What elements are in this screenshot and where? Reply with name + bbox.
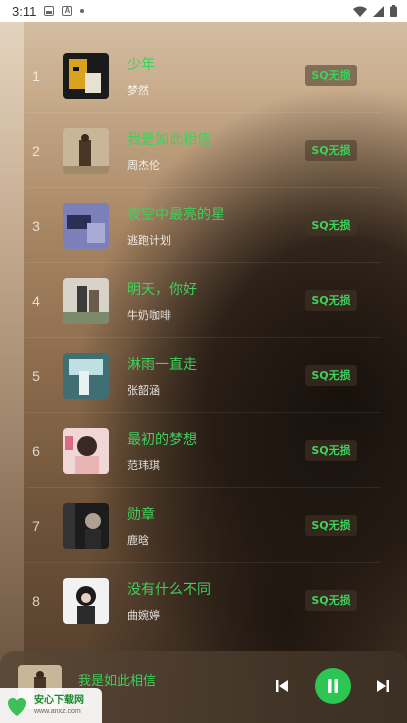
song-artist: 梦然	[127, 84, 149, 97]
track-number: 1	[32, 67, 40, 84]
status-bar: 3:11 A	[0, 0, 407, 22]
battery-icon	[390, 5, 397, 17]
song-artist: 逃跑计划	[127, 234, 171, 247]
song-title: 我是如此相信	[127, 132, 211, 148]
previous-button[interactable]	[274, 678, 290, 694]
quality-badge: SQ无损	[305, 65, 357, 86]
song-artist: 周杰伦	[127, 159, 160, 172]
track-number: 3	[32, 217, 40, 234]
pause-icon	[328, 679, 338, 693]
album-cover	[63, 277, 109, 324]
watermark-main-text: 安心下载网	[34, 695, 84, 706]
image-icon	[44, 6, 55, 16]
song-row[interactable]: 2 我是如此相信 周杰伦 SQ无损	[0, 113, 407, 188]
song-row[interactable]: 7 勋章 鹿晗 SQ无损	[0, 488, 407, 563]
song-row[interactable]: 4 明天，你好 牛奶咖啡 SQ无损	[0, 263, 407, 338]
song-row[interactable]: 5 淋雨一直走 张韶涵 SQ无损	[0, 338, 407, 413]
song-title: 最初的梦想	[127, 432, 197, 448]
pause-button[interactable]	[315, 668, 351, 704]
album-cover	[63, 127, 109, 174]
album-cover	[63, 502, 109, 549]
quality-badge: SQ无损	[305, 515, 357, 536]
song-title: 淋雨一直走	[127, 357, 197, 373]
song-row[interactable]: 3 夜空中最亮的星 逃跑计划 SQ无损	[0, 188, 407, 263]
song-row[interactable]: 8 没有什么不同 曲婉婷 SQ无损	[0, 563, 407, 638]
song-list: 1 少年 梦然 SQ无损 2 我是如此相信 周杰伦 SQ无损 3 夜空中最亮的星…	[0, 38, 407, 638]
song-title: 没有什么不同	[127, 582, 211, 598]
album-cover	[63, 352, 109, 399]
watermark-sub-text: www.anxz.com	[34, 708, 81, 715]
song-title: 夜空中最亮的星	[127, 207, 225, 223]
album-cover	[63, 52, 109, 99]
song-title: 少年	[127, 57, 155, 73]
track-number: 6	[32, 442, 40, 459]
watermark-text: 安心下载网 www.anxz.com	[34, 695, 84, 716]
dot-icon	[80, 9, 85, 13]
track-number: 5	[32, 367, 40, 384]
track-number: 8	[32, 592, 40, 609]
watermark: 安心下载网 www.anxz.com	[0, 688, 102, 723]
quality-badge: SQ无损	[305, 440, 357, 461]
album-cover	[63, 202, 109, 249]
track-number: 2	[32, 142, 40, 159]
status-left: 3:11 A	[12, 3, 85, 19]
a-icon: A	[62, 6, 73, 16]
quality-badge: SQ无损	[305, 140, 357, 161]
album-cover	[63, 427, 109, 474]
song-title: 勋章	[127, 507, 155, 523]
quality-badge: SQ无损	[305, 365, 357, 386]
song-row[interactable]: 1 少年 梦然 SQ无损	[0, 38, 407, 113]
quality-badge: SQ无损	[305, 590, 357, 611]
song-artist: 范玮琪	[127, 459, 160, 472]
next-icon	[377, 680, 389, 692]
signal-icon	[373, 5, 384, 17]
track-number: 4	[32, 292, 40, 309]
heart-logo-icon	[7, 697, 27, 716]
previous-icon	[276, 680, 288, 692]
song-artist: 张韶涵	[127, 384, 160, 397]
song-row[interactable]: 6 最初的梦想 范玮琪 SQ无损	[0, 413, 407, 488]
quality-badge: SQ无损	[305, 290, 357, 311]
status-right	[353, 5, 397, 17]
now-playing-title: 我是如此相信	[78, 674, 157, 689]
song-artist: 牛奶咖啡	[127, 309, 171, 322]
track-number: 7	[32, 517, 40, 534]
next-button[interactable]	[375, 678, 391, 694]
song-artist: 鹿晗	[127, 534, 149, 547]
wifi-icon	[353, 6, 367, 17]
song-title: 明天，你好	[127, 282, 197, 298]
quality-badge: SQ无损	[305, 215, 357, 236]
song-artist: 曲婉婷	[127, 609, 160, 622]
album-cover	[63, 577, 109, 624]
status-time: 3:11	[12, 3, 37, 19]
